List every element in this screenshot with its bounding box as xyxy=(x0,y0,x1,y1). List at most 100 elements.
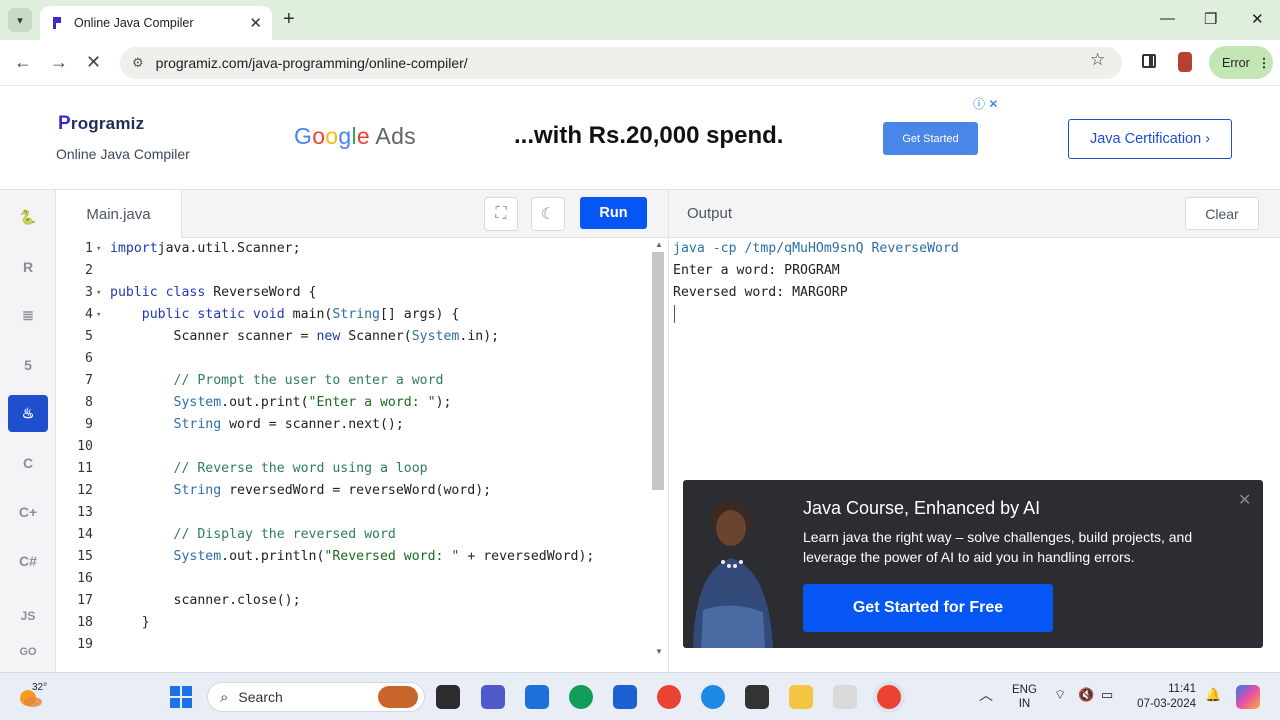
stop-loading-icon[interactable]: ✕ xyxy=(86,52,101,73)
more-menu-icon: ⋮ xyxy=(1257,56,1271,70)
fullscreen-icon[interactable]: ⛶ xyxy=(484,197,518,231)
address-bar[interactable]: ⚙ programiz.com/java-programming/online-… xyxy=(120,47,1122,79)
fold-arrow-icon[interactable]: ▾ xyxy=(96,304,101,326)
tab-search-button[interactable]: ▾ xyxy=(8,8,32,32)
back-arrow-icon[interactable]: ← xyxy=(14,52,32,73)
output-cursor xyxy=(674,305,675,323)
code-line[interactable]: 6 xyxy=(56,348,656,370)
sql-database-icon[interactable]: ≣ xyxy=(8,297,48,334)
code-text: String reversedWord = reverseWord(word); xyxy=(173,483,492,498)
task-view-icon[interactable] xyxy=(436,685,460,709)
line-number: 14 xyxy=(77,527,93,542)
html5-icon[interactable]: 5 xyxy=(8,346,48,383)
promo-close-icon[interactable]: ✕ xyxy=(1238,490,1251,510)
code-text: // Prompt the user to enter a word xyxy=(173,373,444,388)
taskbar-search[interactable]: ⌕ Search xyxy=(207,682,425,712)
code-line[interactable]: 17 scanner.close(); xyxy=(56,590,656,612)
code-line[interactable]: 11 // Reverse the word using a loop xyxy=(56,458,656,480)
line-number: 15 xyxy=(77,549,93,564)
output-line: Reversed word: MARGORP xyxy=(673,285,848,300)
edge-browser-icon[interactable] xyxy=(569,685,593,709)
close-window-button[interactable]: ✕ xyxy=(1251,10,1264,28)
maximize-button[interactable]: ❐ xyxy=(1204,10,1217,28)
editor-scrollbar-thumb[interactable] xyxy=(652,252,664,490)
java-course-promo: Java Course, Enhanced by AI Learn java t… xyxy=(683,480,1263,648)
code-text: System.out.println("Reversed word: " + r… xyxy=(173,549,595,564)
programiz-logo[interactable]: Programiz xyxy=(58,113,144,135)
code-line[interactable]: 12 String reversedWord = reverseWord(wor… xyxy=(56,480,656,502)
wifi-icon[interactable]: ⌔ xyxy=(1054,687,1066,703)
scroll-down-arrow-icon[interactable]: ▼ xyxy=(655,647,663,656)
ad-info-icon[interactable]: ⓘ ✕ xyxy=(973,95,998,112)
ad-get-started-button[interactable]: Get Started xyxy=(883,122,978,155)
copilot-icon[interactable] xyxy=(1236,685,1260,709)
site-info-icon[interactable]: ⚙ xyxy=(132,55,144,71)
code-line[interactable]: 7 // Prompt the user to enter a word xyxy=(56,370,656,392)
extension-icon[interactable] xyxy=(1178,52,1192,72)
line-number: 1 xyxy=(85,241,93,256)
code-line[interactable]: 13 xyxy=(56,502,656,524)
taskbar-clock[interactable]: 11:41 07-03-2024 xyxy=(1134,682,1196,712)
microsoft-store-icon[interactable] xyxy=(613,685,637,709)
battery-icon[interactable]: ▭ xyxy=(1101,687,1113,703)
java-icon[interactable]: ♨ xyxy=(8,395,48,432)
side-panel-icon[interactable] xyxy=(1142,54,1156,68)
tab-close-icon[interactable]: ✕ xyxy=(249,14,262,32)
hp-app-icon[interactable] xyxy=(525,685,549,709)
minimize-button[interactable]: — xyxy=(1160,10,1175,27)
error-profile-button[interactable]: Error ⋮ xyxy=(1209,46,1273,79)
code-line[interactable]: 18 } xyxy=(56,612,656,634)
file-explorer-icon[interactable] xyxy=(789,685,813,709)
clear-button[interactable]: Clear xyxy=(1185,197,1259,230)
windows-start-icon[interactable] xyxy=(169,685,193,709)
code-line[interactable]: 2 xyxy=(56,260,656,282)
cpp-icon[interactable]: C+ xyxy=(8,493,48,530)
code-line[interactable]: 4 ▾ public static void main(String[] args… xyxy=(56,304,656,326)
java-certification-button[interactable]: Java Certification › xyxy=(1068,119,1232,159)
language-indicator[interactable]: ENG IN xyxy=(1012,683,1037,711)
fold-arrow-icon[interactable]: ▾ xyxy=(96,282,101,304)
run-button[interactable]: Run xyxy=(580,197,647,229)
file-tab-main-java[interactable]: Main.java xyxy=(56,190,182,238)
chrome-icon[interactable] xyxy=(657,685,681,709)
code-line[interactable]: 16 xyxy=(56,568,656,590)
editor-toolbar: Main.java ⛶ ☾ Run xyxy=(56,190,668,238)
r-lang-icon[interactable]: R xyxy=(8,248,48,285)
code-line[interactable]: 14 // Display the reversed word xyxy=(56,524,656,546)
snipping-tool-icon[interactable] xyxy=(833,685,857,709)
code-line[interactable]: 8 System.out.print("Enter a word: "); xyxy=(56,392,656,414)
fold-arrow-icon[interactable]: ▾ xyxy=(96,238,101,260)
line-number: 19 xyxy=(77,637,93,652)
code-line[interactable]: 3 ▾ public class ReverseWord { xyxy=(56,282,656,304)
scroll-up-arrow-icon[interactable]: ▲ xyxy=(655,240,663,249)
code-line[interactable]: 5 Scanner scanner = new Scanner(System.i… xyxy=(56,326,656,348)
javascript-icon[interactable]: JS xyxy=(8,597,48,634)
code-line[interactable]: 9 String word = scanner.next(); xyxy=(56,414,656,436)
code-line[interactable]: 1 ▾ importjava.util.Scanner; xyxy=(56,238,656,260)
code-line[interactable]: 15 System.out.println("Reversed word: " … xyxy=(56,546,656,568)
forward-arrow-icon[interactable]: → xyxy=(50,52,68,73)
mysql-icon[interactable] xyxy=(745,685,769,709)
notification-bell-icon[interactable]: 🔔 xyxy=(1205,687,1221,703)
python-icon[interactable]: 🐍 xyxy=(8,199,48,236)
code-line[interactable]: 19 xyxy=(56,634,656,656)
bookmark-star-icon[interactable]: ☆ xyxy=(1090,50,1105,70)
dark-mode-moon-icon[interactable]: ☾ xyxy=(531,197,565,231)
teams-icon[interactable] xyxy=(481,685,505,709)
search-highlight-icon xyxy=(378,686,418,708)
code-editor[interactable]: 1 ▾ importjava.util.Scanner; 2 3 ▾ public clas… xyxy=(56,238,668,672)
go-lang-icon[interactable]: GO xyxy=(8,642,48,662)
volume-muted-icon[interactable]: 🔇 xyxy=(1078,687,1094,703)
output-toolbar: Output Clear xyxy=(668,190,1280,238)
new-tab-button[interactable]: + xyxy=(283,8,295,31)
get-started-free-button[interactable]: Get Started for Free xyxy=(803,584,1053,632)
browser-tab[interactable]: Online Java Compiler ✕ xyxy=(40,6,272,40)
c-lang-icon[interactable]: C xyxy=(8,444,48,481)
chrome-active-icon[interactable] xyxy=(877,685,901,709)
help-icon[interactable] xyxy=(701,685,725,709)
url-text: programiz.com/java-programming/online-co… xyxy=(155,55,468,71)
code-line[interactable]: 10 xyxy=(56,436,656,458)
line-number: 17 xyxy=(77,593,93,608)
tray-overflow-chevron-icon[interactable]: ︿ xyxy=(979,685,993,705)
csharp-icon[interactable]: C# xyxy=(8,542,48,579)
